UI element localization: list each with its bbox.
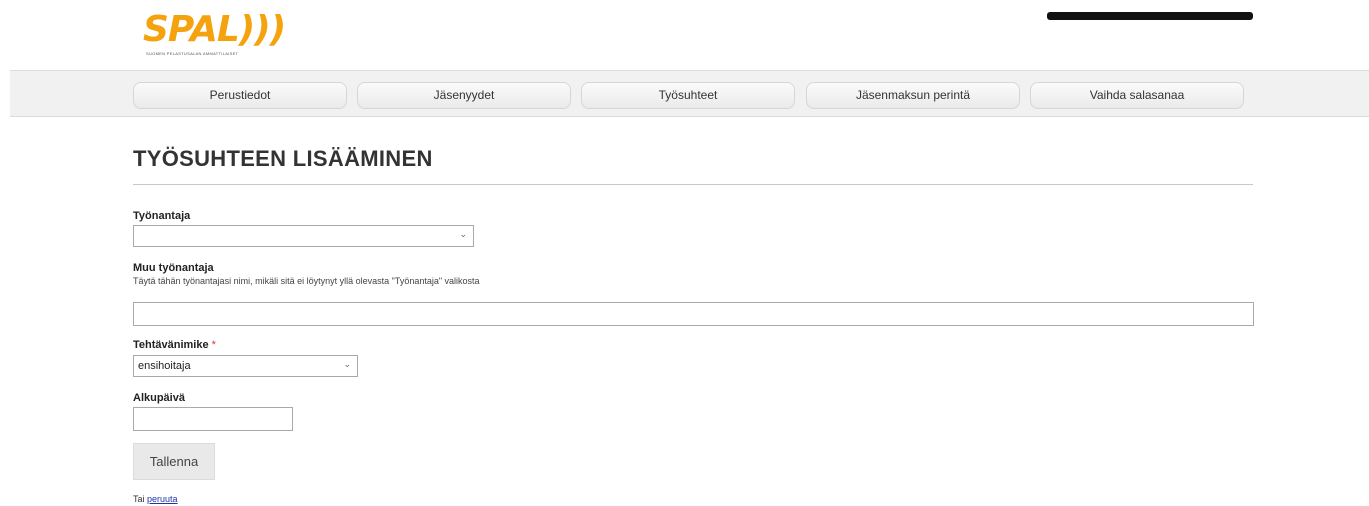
logo-text: SPAL))) xyxy=(143,9,286,50)
job-title-label-text: Tehtävänimike xyxy=(133,339,209,351)
required-marker: * xyxy=(211,339,216,351)
job-title-select-value: ensihoitaja xyxy=(138,360,191,372)
other-employer-input[interactable] xyxy=(133,302,1254,326)
main-nav: Perustiedot Jäsenyydet Työsuhteet Jäsenm… xyxy=(10,70,1369,117)
start-date-input[interactable] xyxy=(133,407,293,431)
job-title-label: Tehtävänimike * xyxy=(133,339,216,351)
nav-item-perustiedot[interactable]: Perustiedot xyxy=(133,82,347,109)
employer-select[interactable]: ⌄ xyxy=(133,225,474,247)
spal-logo[interactable]: SPAL))) SUOMEN PELASTUSALAN AMMATTILAISE… xyxy=(143,9,286,61)
cancel-line: Tai peruuta xyxy=(133,494,178,504)
job-title-select[interactable]: ensihoitaja ⌄ xyxy=(133,355,358,377)
chevron-down-icon: ⌄ xyxy=(343,359,351,369)
other-employer-label: Muu työnantaja xyxy=(133,262,214,274)
nav-item-jasenmaksun-perinta[interactable]: Jäsenmaksun perintä xyxy=(806,82,1020,109)
logo-tagline: SUOMEN PELASTUSALAN AMMATTILAISET xyxy=(146,51,239,56)
nav-item-tyosuhteet[interactable]: Työsuhteet xyxy=(581,82,795,109)
nav-item-vaihda-salasanaa[interactable]: Vaihda salasanaa xyxy=(1030,82,1244,109)
page: SPAL))) SUOMEN PELASTUSALAN AMMATTILAISE… xyxy=(0,0,1369,506)
save-button[interactable]: Tallenna xyxy=(133,443,215,480)
page-title: TYÖSUHTEEN LISÄÄMINEN xyxy=(133,146,433,171)
employer-label: Työnantaja xyxy=(133,210,191,222)
other-employer-help: Täytä tähän työnantajasi nimi, mikäli si… xyxy=(133,276,480,286)
title-divider xyxy=(133,184,1253,185)
cancel-prefix: Tai xyxy=(133,494,145,504)
chevron-down-icon: ⌄ xyxy=(459,229,467,239)
nav-item-jasenyydet[interactable]: Jäsenyydet xyxy=(357,82,571,109)
start-date-label: Alkupäivä xyxy=(133,392,185,404)
cancel-link[interactable]: peruuta xyxy=(147,494,178,504)
user-bar xyxy=(1047,12,1253,20)
